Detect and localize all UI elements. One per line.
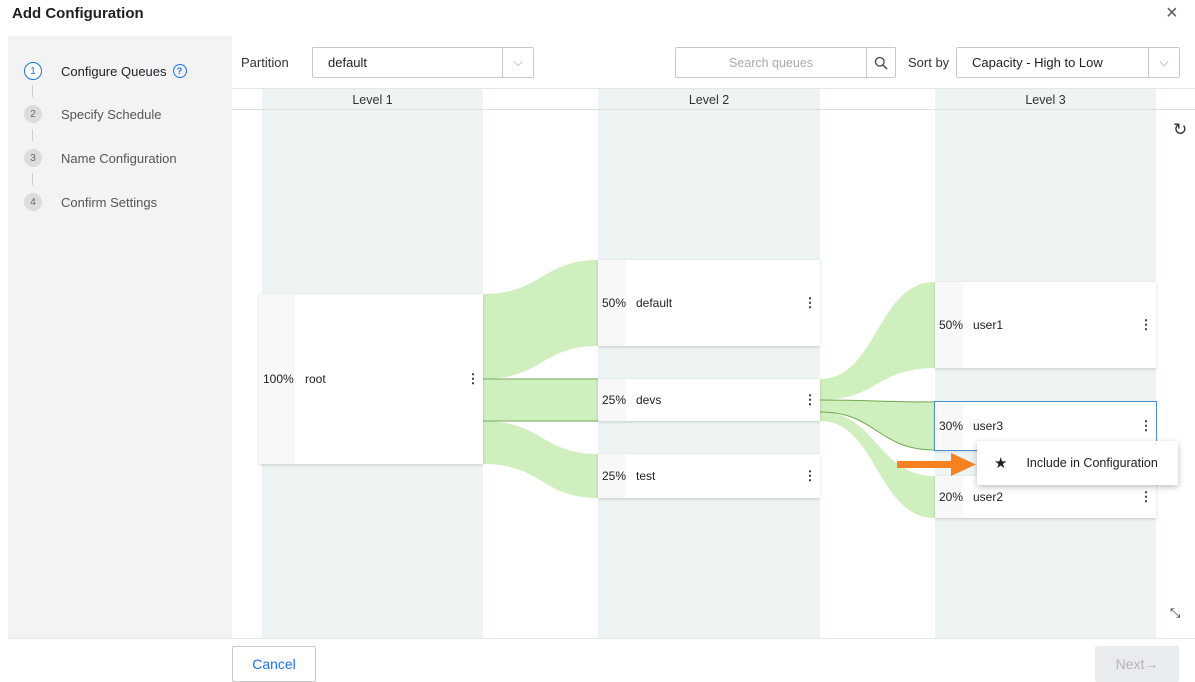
step-label: Specify Schedule xyxy=(61,106,162,122)
step-label: Name Configuration xyxy=(61,150,177,166)
sort-select[interactable]: Capacity - High to Low ⌵ xyxy=(956,47,1180,78)
queue-capacity: 100% xyxy=(259,294,295,464)
step-specify-schedule[interactable]: 2 Specify Schedule xyxy=(24,105,161,123)
flow-link-devs-user3 xyxy=(820,400,935,450)
step-number: 1 xyxy=(24,62,42,80)
queue-capacity: 50% xyxy=(598,260,626,346)
step-number: 2 xyxy=(24,105,42,123)
step-label: Configure Queues xyxy=(61,63,167,79)
queue-name: user1 xyxy=(973,318,1004,332)
sort-label: Sort by xyxy=(908,55,950,70)
kebab-menu-icon[interactable]: ⋮ xyxy=(800,468,820,484)
flow-link-root-test xyxy=(483,421,598,498)
star-icon: ★ xyxy=(994,455,1008,472)
step-connector xyxy=(32,85,33,97)
search-button[interactable] xyxy=(866,48,895,77)
expand-icon[interactable]: ⤡ xyxy=(1170,605,1180,621)
step-connector xyxy=(32,173,33,185)
next-button[interactable]: Next→ xyxy=(1095,646,1179,682)
context-menu-include[interactable]: ★ Include in Configuration xyxy=(977,441,1178,485)
help-icon[interactable]: ? xyxy=(172,64,187,78)
kebab-menu-icon[interactable]: ⋮ xyxy=(463,371,483,387)
queue-capacity: 30% xyxy=(935,402,963,450)
queue-capacity: 25% xyxy=(598,379,626,421)
chevron-down-icon: ⌵ xyxy=(502,48,533,77)
sort-value: Capacity - High to Low xyxy=(972,55,1103,70)
close-icon[interactable]: × xyxy=(1166,3,1178,23)
flow-link-devs-user1 xyxy=(820,282,935,400)
chevron-down-icon: ⌵ xyxy=(1148,48,1179,77)
queue-name: root xyxy=(305,372,326,386)
queue-name: user3 xyxy=(973,419,1004,433)
queue-name: user2 xyxy=(973,490,1004,504)
annotation-arrow-icon xyxy=(897,453,976,476)
step-configure-queues[interactable]: 1 Configure Queues ? xyxy=(24,62,187,80)
flow-link-root-devs xyxy=(483,379,598,421)
menu-item-label: Include in Configuration xyxy=(1026,456,1158,470)
partition-value: default xyxy=(328,55,368,70)
queue-node-default[interactable]: 50% default ⋮ xyxy=(598,260,820,346)
kebab-menu-icon[interactable]: ⋮ xyxy=(800,392,820,408)
queue-name: default xyxy=(636,296,673,310)
queue-capacity: 20% xyxy=(935,476,963,518)
queue-capacity: 50% xyxy=(935,282,963,368)
kebab-menu-icon[interactable]: ⋮ xyxy=(1136,317,1156,333)
step-name-configuration[interactable]: 3 Name Configuration xyxy=(24,149,177,167)
search-box[interactable] xyxy=(675,47,896,78)
footer-divider xyxy=(8,638,1195,639)
step-confirm-settings[interactable]: 4 Confirm Settings xyxy=(24,193,157,211)
step-number: 3 xyxy=(24,149,42,167)
partition-label: Partition xyxy=(241,55,289,70)
kebab-menu-icon[interactable]: ⋮ xyxy=(1136,418,1156,434)
step-connector xyxy=(32,129,33,141)
kebab-menu-icon[interactable]: ⋮ xyxy=(1136,489,1156,505)
queue-node-user1[interactable]: 50% user1 ⋮ xyxy=(935,282,1156,368)
partition-select[interactable]: default ⌵ xyxy=(312,47,534,78)
queue-capacity: 25% xyxy=(598,454,626,498)
cancel-button[interactable]: Cancel xyxy=(232,646,316,682)
queue-node-test[interactable]: 25% test ⋮ xyxy=(598,454,820,498)
queue-name: devs xyxy=(636,393,662,407)
queue-node-root[interactable]: 100% root ⋮ xyxy=(259,294,483,464)
search-icon xyxy=(874,56,888,69)
refresh-icon[interactable]: ↻ xyxy=(1173,120,1187,140)
step-number: 4 xyxy=(24,193,42,211)
flow-link-root-default xyxy=(483,260,598,379)
dialog-title: Add Configuration xyxy=(12,5,144,22)
stepper: 1 Configure Queues ? 2 Specify Schedule … xyxy=(8,36,232,638)
queue-canvas: Level 1 Level 2 Level 3 100% root ⋮ 50% … xyxy=(232,88,1195,638)
queue-node-devs[interactable]: 25% devs ⋮ xyxy=(598,379,820,421)
step-label: Confirm Settings xyxy=(61,194,158,210)
queue-name: test xyxy=(636,469,656,483)
search-input[interactable] xyxy=(676,48,866,77)
kebab-menu-icon[interactable]: ⋮ xyxy=(800,295,820,311)
